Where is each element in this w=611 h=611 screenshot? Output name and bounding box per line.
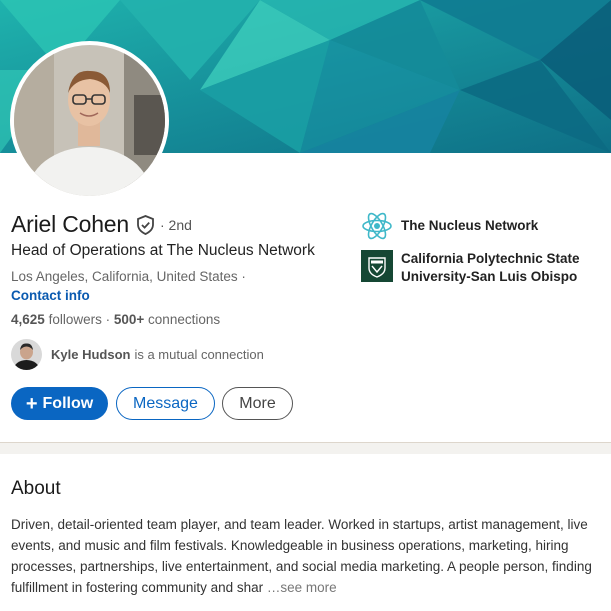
cal-poly-logo-icon	[361, 250, 393, 282]
profile-card: Ariel Cohen · 2nd Head of Operations at …	[0, 0, 611, 442]
org-nucleus-network[interactable]: The Nucleus Network	[361, 210, 538, 242]
see-more-link[interactable]: …see more	[267, 580, 337, 595]
followers-label: followers	[48, 312, 102, 327]
mutual-connection[interactable]: Kyle Hudson is a mutual connection	[11, 339, 264, 370]
message-button[interactable]: Message	[116, 387, 215, 420]
verified-shield-icon[interactable]	[136, 214, 155, 235]
mutual-text: is a mutual connection	[134, 347, 264, 362]
section-divider	[0, 442, 611, 454]
about-section: About Driven, detail-oriented team playe…	[0, 454, 611, 611]
contact-info-link[interactable]: Contact info	[11, 288, 90, 303]
mutual-name[interactable]: Kyle Hudson	[51, 347, 130, 362]
org-name-line1: California Polytechnic State	[401, 251, 580, 266]
connections-count[interactable]: 500+	[114, 312, 144, 327]
about-title: About	[11, 478, 61, 499]
org-name-line2: University-San Luis Obispo	[401, 269, 578, 284]
org-cal-poly[interactable]: California Polytechnic State University-…	[361, 250, 580, 286]
connections-label: connections	[148, 312, 221, 327]
profile-stats: 4,625 followers · 500+ connections	[11, 312, 221, 327]
about-text: Driven, detail-oriented team player, and…	[11, 514, 603, 598]
more-button[interactable]: More	[222, 387, 293, 420]
plus-icon: +	[25, 392, 38, 415]
profile-headline: Head of Operations at The Nucleus Networ…	[11, 242, 315, 259]
connection-degree: · 2nd	[159, 216, 192, 233]
follow-button[interactable]: + Follow	[11, 387, 108, 420]
profile-photo[interactable]	[10, 41, 169, 200]
org-name: California Polytechnic State University-…	[401, 250, 580, 286]
name-row: Ariel Cohen · 2nd	[11, 211, 192, 238]
profile-name: Ariel Cohen	[11, 211, 129, 237]
org-name: The Nucleus Network	[401, 218, 539, 233]
follow-label: Follow	[42, 394, 94, 412]
profile-location: Los Angeles, California, United States ·	[11, 269, 246, 284]
mutual-avatar	[11, 339, 42, 370]
followers-count[interactable]: 4,625	[11, 312, 45, 327]
atom-icon	[361, 210, 393, 242]
